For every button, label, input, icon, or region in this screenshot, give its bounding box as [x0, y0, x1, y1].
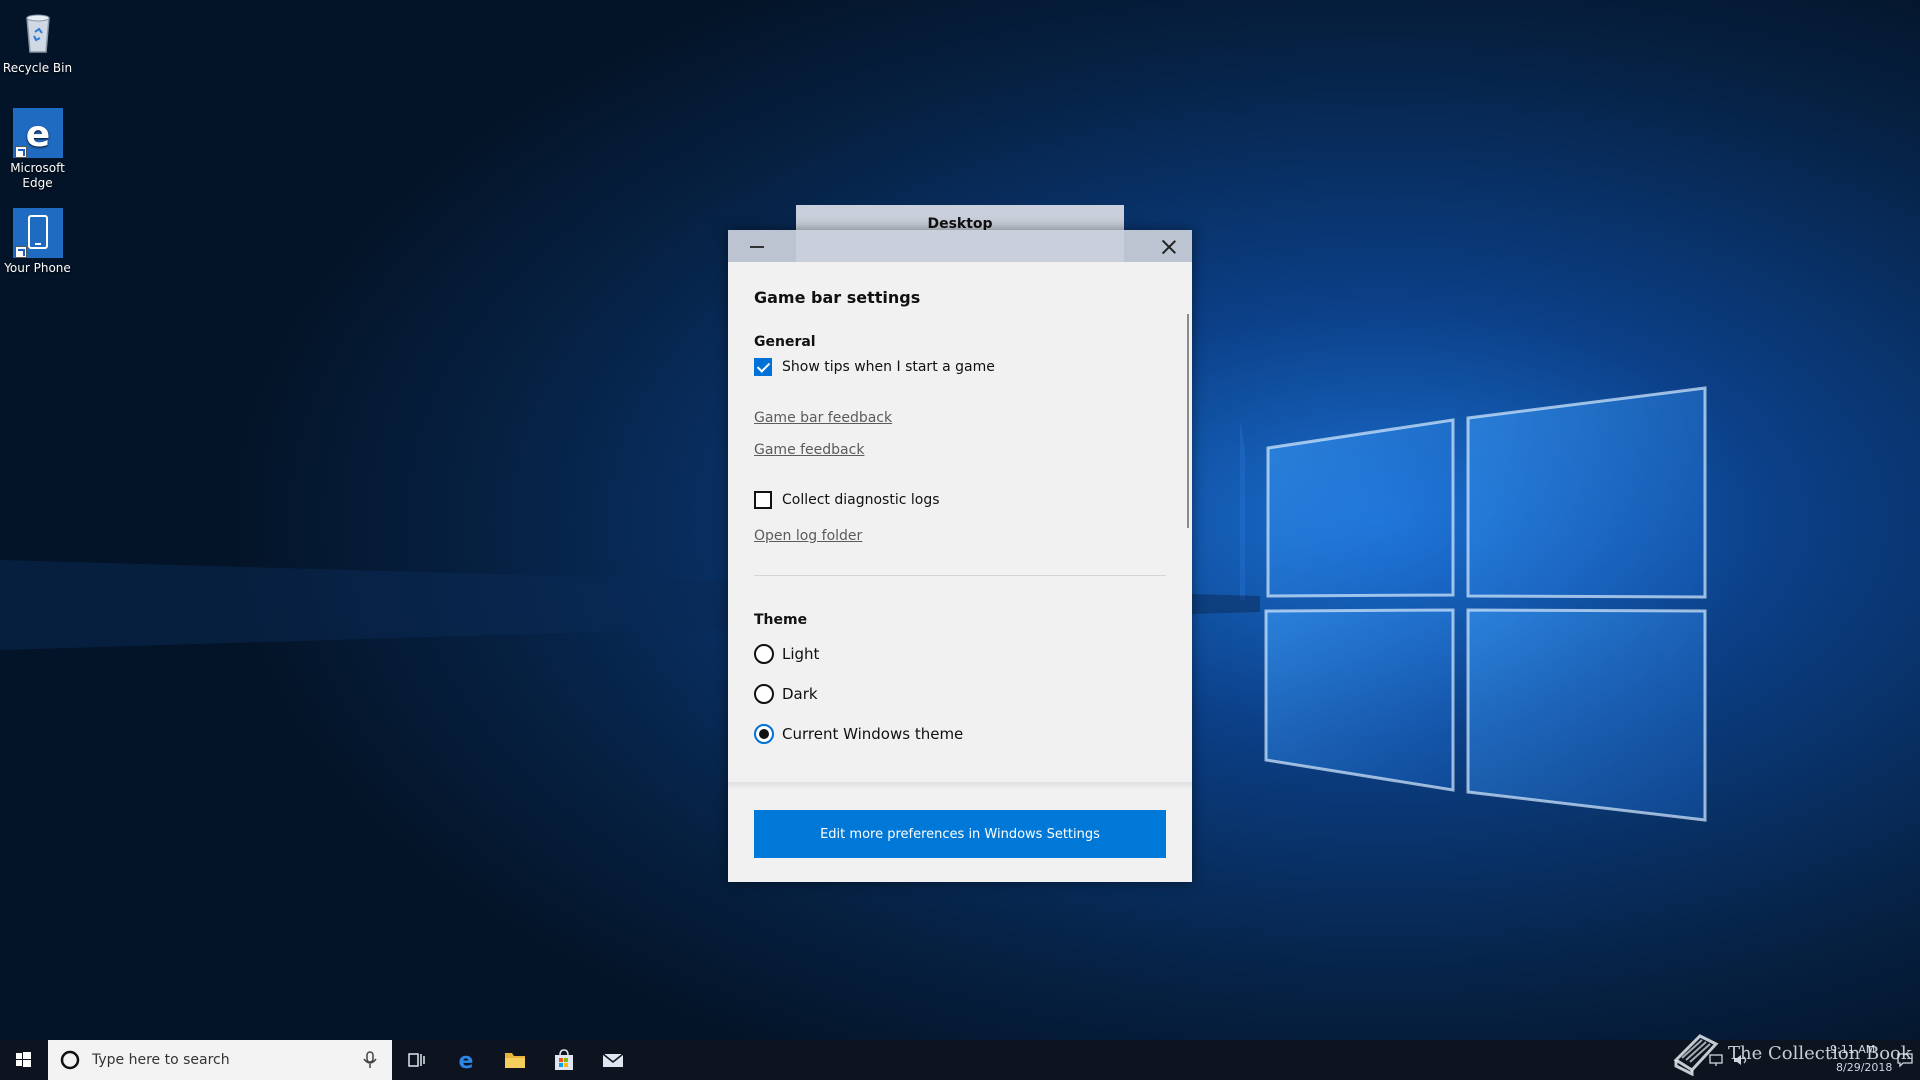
windows-start-icon: [16, 1052, 31, 1067]
footer-shadow: [728, 782, 1192, 790]
section-heading-general: General: [754, 334, 816, 350]
hamburger-icon[interactable]: [748, 240, 776, 254]
theme-option-current-windows[interactable]: Current Windows theme: [754, 724, 1166, 744]
theme-label-light: Light: [782, 645, 820, 663]
shortcut-arrow-icon: [14, 246, 27, 258]
phone-icon: [12, 208, 63, 258]
desktop-icon-recycle-bin[interactable]: Recycle Bin: [0, 8, 75, 76]
search-placeholder: Type here to search: [92, 1052, 230, 1068]
theme-label-current-windows: Current Windows theme: [782, 725, 964, 743]
start-button[interactable]: [0, 1040, 46, 1080]
show-tips-option[interactable]: Show tips when I start a game: [754, 358, 1166, 376]
settings-footer: Edit more preferences in Windows Setting…: [728, 782, 1192, 882]
shortcut-arrow-icon: [14, 146, 27, 158]
recycle-bin-icon: [13, 8, 63, 58]
collect-logs-checkbox[interactable]: [754, 491, 772, 509]
close-icon[interactable]: [1158, 236, 1180, 258]
desktop-icon-your-phone[interactable]: Your Phone: [0, 208, 75, 276]
watermark-text: The Collection Book: [1728, 1042, 1912, 1064]
theme-option-dark[interactable]: Dark: [754, 684, 1166, 704]
microphone-icon[interactable]: [362, 1050, 378, 1070]
edge-icon: e: [12, 108, 63, 158]
svg-text:e: e: [459, 1049, 474, 1072]
file-explorer-icon[interactable]: [491, 1040, 539, 1080]
theme-radio-current-windows[interactable]: [754, 724, 774, 744]
theme-radio-dark[interactable]: [754, 684, 774, 704]
desktop-icon-label: Recycle Bin: [2, 61, 73, 75]
game-bar-settings-window: Game bar settings General Show tips when…: [728, 230, 1192, 882]
edge-icon[interactable]: e: [442, 1040, 490, 1080]
show-tips-checkbox[interactable]: [754, 358, 772, 376]
open-log-folder-link[interactable]: Open log folder: [754, 528, 1166, 544]
theme-option-light[interactable]: Light: [754, 644, 1166, 664]
section-heading-theme: Theme: [754, 612, 808, 628]
theme-radio-light[interactable]: [754, 644, 774, 664]
mail-icon[interactable]: [589, 1040, 637, 1080]
title-bar: [728, 230, 1192, 262]
theme-label-dark: Dark: [782, 685, 818, 703]
collect-logs-option[interactable]: Collect diagnostic logs: [754, 491, 1166, 509]
edit-preferences-button[interactable]: Edit more preferences in Windows Setting…: [754, 810, 1166, 858]
taskbar-search-box[interactable]: Type here to search: [48, 1040, 392, 1080]
taskbar: Type here to search e 9:11 AM 8/29/2018: [0, 1040, 1920, 1080]
watermark: The Collection Book: [1670, 1028, 1912, 1078]
show-tips-label: Show tips when I start a game: [782, 359, 995, 375]
task-view-icon[interactable]: [392, 1040, 440, 1080]
section-divider: [754, 575, 1166, 576]
page-title: Game bar settings: [754, 288, 921, 307]
game-bar-feedback-link[interactable]: Game bar feedback: [754, 410, 1166, 426]
scrollbar-thumb[interactable]: [1187, 314, 1189, 528]
book-logo-icon: [1673, 1034, 1719, 1076]
store-icon[interactable]: [540, 1040, 588, 1080]
collect-logs-label: Collect diagnostic logs: [782, 492, 940, 508]
settings-scroll-area[interactable]: Game bar settings General Show tips when…: [728, 262, 1192, 812]
svg-text:e: e: [25, 114, 49, 155]
desktop-icon-microsoft-edge[interactable]: e Microsoft Edge: [0, 108, 75, 191]
desktop-icon-label: Microsoft Edge: [10, 161, 65, 190]
game-feedback-link[interactable]: Game feedback: [754, 442, 1166, 458]
desktop-icon-label: Your Phone: [4, 261, 71, 275]
cortana-circle-icon: [60, 1050, 80, 1070]
